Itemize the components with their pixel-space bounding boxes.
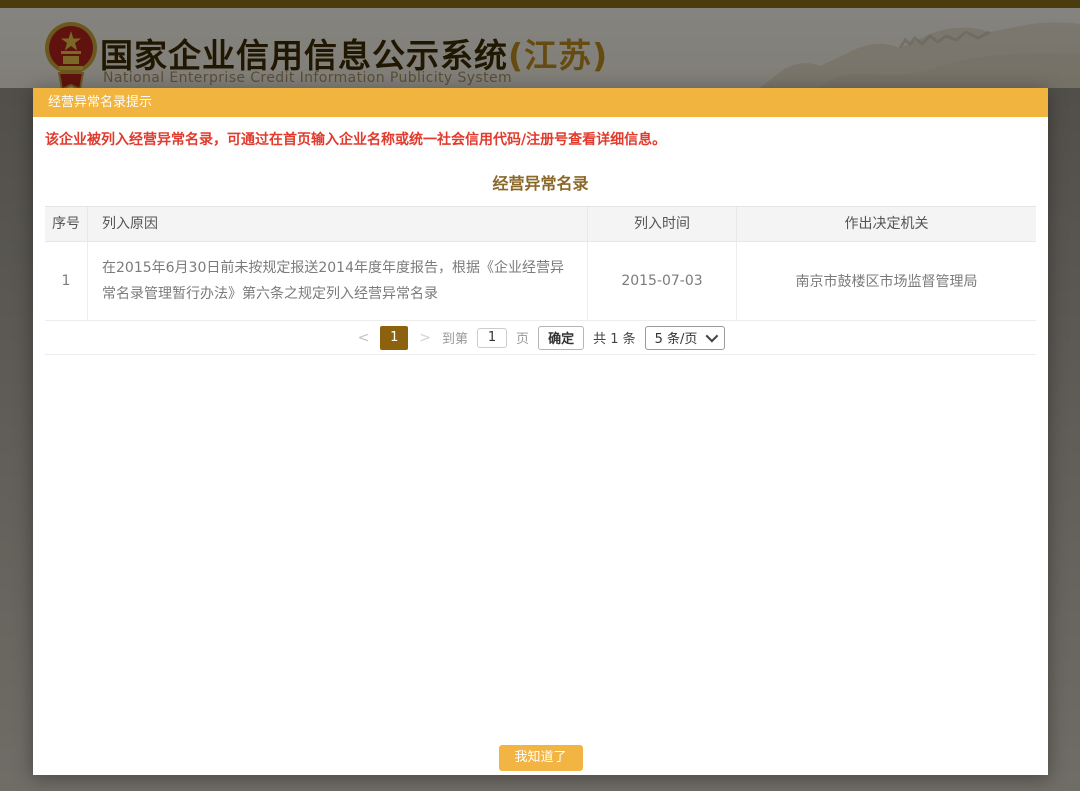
goto-page-label: 到第 (442, 328, 468, 347)
abnormal-operations-table: 序号 列入原因 列入时间 作出决定机关 1 在2015年6月30日前未按规定报送… (45, 206, 1036, 355)
page-1-button[interactable]: 1 (380, 326, 408, 350)
next-page-icon[interactable]: > (417, 330, 433, 346)
table-row: 1 在2015年6月30日前未按规定报送2014年度年度报告，根据《企业经营异常… (45, 242, 1036, 321)
col-header-index: 序号 (45, 207, 88, 241)
pagination-bar: < 1 > 到第 页 确定 共 1 条 5 条/页 (45, 321, 1036, 355)
acknowledge-button[interactable]: 我知道了 (498, 745, 582, 771)
goto-page-input[interactable] (477, 328, 507, 348)
page-size-value: 5 条/页 (655, 328, 698, 347)
cell-authority: 南京市鼓楼区市场监督管理局 (737, 242, 1036, 320)
chevron-down-icon (706, 330, 719, 343)
goto-confirm-button[interactable]: 确定 (538, 326, 584, 350)
page-unit-label: 页 (516, 328, 529, 347)
col-header-reason: 列入原因 (88, 207, 588, 241)
page-size-select[interactable]: 5 条/页 (645, 326, 726, 350)
table-title: 经营异常名录 (33, 170, 1048, 194)
col-header-date: 列入时间 (588, 207, 737, 241)
prev-page-icon[interactable]: < (356, 330, 372, 346)
cell-date: 2015-07-03 (588, 242, 737, 320)
cell-reason: 在2015年6月30日前未按规定报送2014年度年度报告，根据《企业经营异常名录… (88, 242, 588, 320)
modal-title: 经营异常名录提示 (33, 88, 1048, 117)
cell-index: 1 (45, 242, 88, 320)
abnormal-operations-modal: 经营异常名录提示 该企业被列入经营异常名录，可通过在首页输入企业名称或统一社会信… (33, 88, 1048, 775)
warning-text: 该企业被列入经营异常名录，可通过在首页输入企业名称或统一社会信用代码/注册号查看… (45, 129, 1036, 149)
col-header-authority: 作出决定机关 (737, 207, 1036, 241)
table-header-row: 序号 列入原因 列入时间 作出决定机关 (45, 207, 1036, 242)
total-count-label: 共 1 条 (593, 328, 636, 347)
